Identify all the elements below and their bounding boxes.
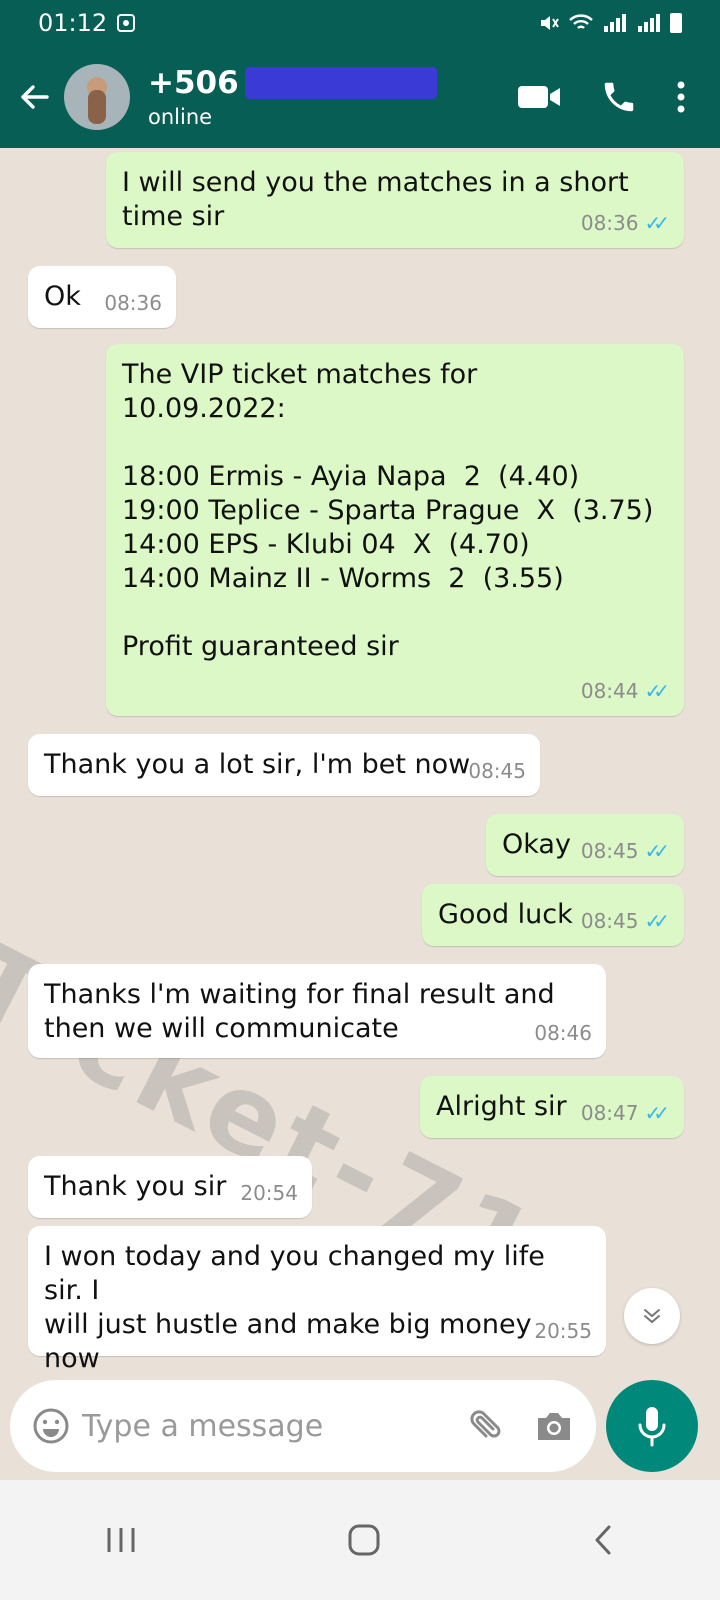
message-time: 08:45	[580, 839, 639, 863]
double-chevron-down-icon	[644, 1309, 660, 1324]
message-time: 08:36	[104, 291, 162, 315]
message-meta: 20:54	[240, 1176, 298, 1210]
wifi-icon	[569, 14, 593, 29]
message-meta: 08:36 ✓✓	[581, 206, 670, 240]
status-right	[538, 12, 682, 34]
message-bubble[interactable]: Okay 08:45 ✓✓	[486, 814, 684, 876]
message-time: 08:36	[580, 211, 639, 235]
notification-icon	[117, 14, 136, 32]
video-camera-icon	[518, 86, 560, 108]
message-input[interactable]	[82, 1408, 464, 1444]
composer-actions	[464, 1406, 574, 1446]
message-text: Thanks l'm waiting for final result and …	[44, 979, 555, 1044]
system-nav-bar	[0, 1480, 720, 1600]
message-bubble[interactable]: Thank you a lot sir, l'm bet now 08:45	[28, 734, 540, 796]
video-call-button[interactable]	[516, 82, 562, 112]
camera-icon[interactable]	[534, 1408, 574, 1444]
back-nav-icon[interactable]	[591, 1523, 615, 1557]
back-button[interactable]	[4, 80, 64, 114]
read-receipt-icon: ✓✓	[644, 839, 669, 863]
message-meta: 08:45 ✓✓	[581, 904, 670, 938]
message-time: 08:45	[468, 759, 526, 783]
kebab-menu-icon	[677, 81, 685, 113]
message-meta: 08:46	[534, 1016, 592, 1050]
message-meta: 08:47 ✓✓	[581, 1096, 670, 1130]
microphone-icon	[638, 1407, 666, 1447]
redaction-bar	[244, 67, 437, 99]
message-bubble[interactable]: Alright sir 08:47 ✓✓	[420, 1076, 684, 1138]
message-meta: 08:45 ✓✓	[581, 834, 670, 868]
message-bubble[interactable]: I won today and you changed my life sir.…	[28, 1226, 606, 1398]
message-text: Thank you a lot sir, l'm bet now	[44, 749, 471, 780]
message-time: 20:55	[534, 1319, 592, 1343]
message-meta: 08:36	[104, 286, 162, 320]
chat-header: +506 online	[0, 46, 720, 148]
message-text: The VIP ticket matches for 10.09.2022: 1…	[122, 359, 654, 662]
message-text: I won today and you changed my life sir.…	[44, 1241, 545, 1398]
scroll-to-bottom-button[interactable]	[624, 1288, 680, 1344]
contact-name: +506	[148, 65, 239, 101]
message-bubble[interactable]: Good luck 08:45 ✓✓	[422, 884, 684, 946]
paperclip-icon[interactable]	[464, 1406, 504, 1446]
message-meta: 08:45	[468, 754, 526, 788]
emoji-icon[interactable]	[32, 1407, 70, 1445]
status-left: 01:12	[38, 9, 136, 37]
voice-call-button[interactable]	[600, 78, 638, 116]
battery-icon	[670, 13, 682, 33]
message-bubble[interactable]: Ok 08:36	[28, 266, 176, 328]
home-icon[interactable]	[347, 1523, 381, 1557]
message-meta: 20:55	[534, 1314, 592, 1348]
mute-icon	[541, 16, 559, 30]
voice-message-button[interactable]	[606, 1380, 698, 1472]
message-bubble[interactable]: Thank you sir 20:54	[28, 1156, 312, 1218]
status-bar: 01:12	[0, 0, 720, 46]
contact-name-row: +506	[148, 65, 516, 101]
contact-status: online	[148, 105, 213, 129]
contact-avatar[interactable]	[64, 64, 130, 130]
message-time: 08:45	[580, 909, 639, 933]
read-receipt-icon: ✓✓	[644, 679, 669, 703]
more-options-button[interactable]	[676, 80, 686, 114]
status-time: 01:12	[38, 9, 108, 37]
contact-info[interactable]: +506 online	[148, 65, 516, 129]
signal-icon-2	[638, 14, 660, 32]
message-bubble[interactable]: Thanks l'm waiting for final result and …	[28, 964, 606, 1058]
message-bubble[interactable]: The VIP ticket matches for 10.09.2022: 1…	[106, 344, 684, 716]
phone-icon	[604, 82, 634, 112]
message-meta: 08:44 ✓✓	[581, 674, 670, 708]
message-time: 20:54	[240, 1181, 298, 1205]
read-receipt-icon: ✓✓	[644, 1101, 669, 1125]
read-receipt-icon: ✓✓	[644, 909, 669, 933]
message-bubble[interactable]: I will send you the matches in a short t…	[106, 152, 684, 248]
header-actions	[516, 78, 686, 116]
chat-area[interactable]: Ticket-712 I will send you the matches i…	[0, 148, 720, 1398]
message-time: 08:47	[580, 1101, 639, 1125]
message-time: 08:44	[580, 679, 639, 703]
message-time: 08:46	[534, 1021, 592, 1045]
recent-apps-icon[interactable]	[105, 1525, 137, 1555]
arrow-left-icon	[21, 85, 49, 109]
signal-icon-1	[604, 14, 626, 32]
message-composer	[10, 1380, 596, 1472]
read-receipt-icon: ✓✓	[644, 211, 669, 235]
